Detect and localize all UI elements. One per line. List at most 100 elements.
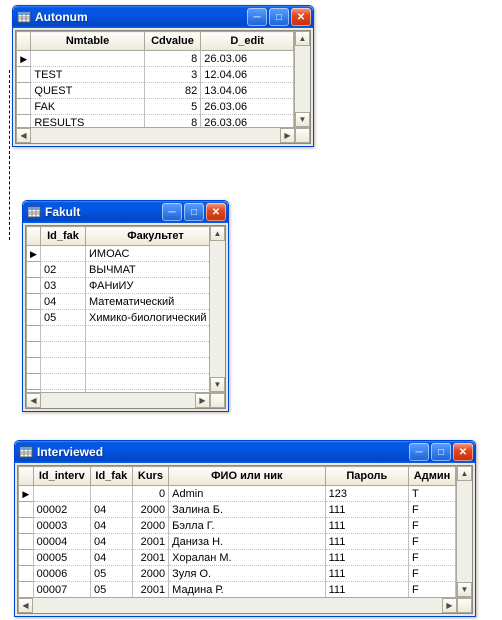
column-header[interactable]: Id_fak	[41, 227, 86, 246]
table-row[interactable]: FAK526.03.06	[17, 99, 294, 115]
scroll-right-button[interactable]: ▶	[442, 598, 457, 613]
cell[interactable]: 00001	[33, 486, 90, 502]
column-header[interactable]: Nmtable	[31, 32, 144, 51]
scroll-down-button[interactable]: ▼	[210, 377, 225, 392]
cell[interactable]: 111	[325, 566, 408, 582]
table-row[interactable]: 00006052000Зуля О.111F	[19, 566, 456, 582]
cell-empty[interactable]	[41, 374, 86, 390]
table-row[interactable]: ▶01ИМОАС	[27, 246, 210, 262]
horizontal-scrollbar[interactable]: ◀▶	[18, 597, 472, 613]
cell[interactable]: 05	[41, 310, 86, 326]
column-header[interactable]: Факультет	[86, 227, 210, 246]
table-row-empty[interactable]	[27, 326, 210, 342]
scroll-left-button[interactable]: ◀	[26, 393, 41, 408]
cell[interactable]: ИМОАС	[86, 246, 210, 262]
cell-empty[interactable]	[86, 374, 210, 390]
cell[interactable]: F	[409, 582, 456, 598]
cell[interactable]	[90, 486, 132, 502]
cell-empty[interactable]	[86, 326, 210, 342]
cell[interactable]: Даниза Н.	[169, 534, 325, 550]
cell[interactable]: 04	[90, 518, 132, 534]
cell[interactable]: 82	[144, 83, 201, 99]
cell[interactable]: Хоралан М.	[169, 550, 325, 566]
cell[interactable]: 05	[90, 582, 132, 598]
minimize-button[interactable]: ─	[162, 203, 182, 221]
cell[interactable]: F	[409, 502, 456, 518]
table-row[interactable]: 00007052001Мадина Р.111F	[19, 582, 456, 598]
table-row[interactable]: 00004042001Даниза Н.111F	[19, 534, 456, 550]
scroll-left-button[interactable]: ◀	[16, 128, 31, 143]
cell[interactable]: 04	[90, 550, 132, 566]
data-grid[interactable]: Id_fakФакультет▶01ИМОАС02ВЫЧМАТ03ФАНиИУ0…	[25, 225, 226, 409]
table-row[interactable]: ▶000010Admin123T	[19, 486, 456, 502]
column-header[interactable]: Админ	[409, 467, 456, 486]
table-row[interactable]: QUEST8213.04.06	[17, 83, 294, 99]
cell[interactable]: Admin	[169, 486, 325, 502]
cell[interactable]: ВЫЧМАТ	[86, 262, 210, 278]
scroll-track[interactable]	[41, 393, 195, 408]
cell[interactable]: 00007	[33, 582, 90, 598]
scroll-track[interactable]	[295, 46, 310, 112]
maximize-button[interactable]: □	[431, 443, 451, 461]
table-row[interactable]: 03ФАНиИУ	[27, 278, 210, 294]
column-header[interactable]: Cdvalue	[144, 32, 201, 51]
cell[interactable]: TEST	[31, 67, 144, 83]
cell[interactable]: 00004	[33, 534, 90, 550]
cell[interactable]: 03	[41, 278, 86, 294]
table-row-empty[interactable]	[27, 358, 210, 374]
cell[interactable]: Залина Б.	[169, 502, 325, 518]
table-row[interactable]: 05Химико-биологический	[27, 310, 210, 326]
cell[interactable]: 26.03.06	[201, 99, 294, 115]
cell[interactable]: 2000	[132, 502, 169, 518]
cell[interactable]: 00003	[33, 518, 90, 534]
table-row[interactable]: 00003042000Бэлла Г.111F	[19, 518, 456, 534]
cell[interactable]: 8	[144, 115, 201, 128]
data-grid[interactable]: NmtableCdvalueD_edit▶INTERV826.03.06TEST…	[15, 30, 311, 144]
minimize-button[interactable]: ─	[247, 8, 267, 26]
cell[interactable]: 2001	[132, 550, 169, 566]
table-row[interactable]: 04Математический	[27, 294, 210, 310]
cell[interactable]: 123	[325, 486, 408, 502]
cell[interactable]: Химико-биологический	[86, 310, 210, 326]
data-grid[interactable]: Id_intervId_fakKursФИО или никПарольАдми…	[17, 465, 473, 614]
scroll-track[interactable]	[210, 241, 225, 377]
cell[interactable]: 04	[41, 294, 86, 310]
cell[interactable]: 00002	[33, 502, 90, 518]
cell[interactable]: 00005	[33, 550, 90, 566]
table-row[interactable]: 00005042001Хоралан М.111F	[19, 550, 456, 566]
titlebar[interactable]: Autonum─□✕	[13, 6, 313, 28]
scroll-down-button[interactable]: ▼	[457, 582, 472, 597]
titlebar[interactable]: Interviewed─□✕	[15, 441, 475, 463]
table-row[interactable]: TEST312.04.06	[17, 67, 294, 83]
cell[interactable]: Бэлла Г.	[169, 518, 325, 534]
scroll-up-button[interactable]: ▲	[295, 31, 310, 46]
cell-empty[interactable]	[41, 326, 86, 342]
cell[interactable]: Математический	[86, 294, 210, 310]
cell[interactable]: 12.04.06	[201, 67, 294, 83]
cell[interactable]: 01	[41, 246, 86, 262]
cell[interactable]: T	[409, 486, 456, 502]
scroll-up-button[interactable]: ▲	[457, 466, 472, 481]
cell[interactable]: 26.03.06	[201, 51, 294, 67]
cell[interactable]: 02	[41, 262, 86, 278]
horizontal-scrollbar[interactable]: ◀▶	[26, 392, 225, 408]
vertical-scrollbar[interactable]: ▲▼	[209, 226, 225, 392]
scroll-track[interactable]	[31, 128, 280, 143]
titlebar[interactable]: Fakult─□✕	[23, 201, 228, 223]
cell[interactable]: F	[409, 518, 456, 534]
cell[interactable]: 13.04.06	[201, 83, 294, 99]
cell[interactable]: Зуля О.	[169, 566, 325, 582]
table-row[interactable]: 00002042000Залина Б.111F	[19, 502, 456, 518]
cell[interactable]: QUEST	[31, 83, 144, 99]
maximize-button[interactable]: □	[184, 203, 204, 221]
cell-empty[interactable]	[41, 342, 86, 358]
cell[interactable]: 111	[325, 502, 408, 518]
cell[interactable]: F	[409, 566, 456, 582]
close-button[interactable]: ✕	[206, 203, 226, 221]
scroll-left-button[interactable]: ◀	[18, 598, 33, 613]
column-header[interactable]: ФИО или ник	[169, 467, 325, 486]
column-header[interactable]: Id_interv	[33, 467, 90, 486]
table-row[interactable]: RESULTS826.03.06	[17, 115, 294, 128]
cell[interactable]: 2001	[132, 534, 169, 550]
cell[interactable]: 2000	[132, 518, 169, 534]
